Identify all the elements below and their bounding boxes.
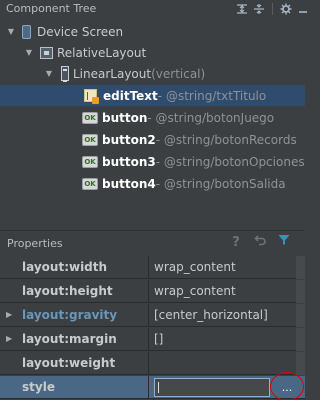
- scrollbar-track[interactable]: [296, 280, 305, 303]
- style-value-input[interactable]: [154, 378, 270, 397]
- properties-toolbar: ?: [228, 234, 292, 250]
- tree-node-suffix: (vertical): [151, 66, 206, 81]
- linear-layout-icon: [61, 66, 69, 82]
- toolbar-divider: [272, 3, 273, 15]
- property-name-cell: layout:width: [0, 256, 149, 279]
- property-name: layout:gravity: [22, 308, 118, 322]
- filter-icon[interactable]: [276, 234, 292, 250]
- button-ok-icon: OK: [82, 177, 98, 190]
- property-name-cell: style: [0, 376, 149, 399]
- property-value[interactable]: wrap_content: [154, 284, 236, 298]
- component-tree-header: Component Tree: [0, 0, 307, 18]
- property-name: layout:weight: [22, 356, 116, 370]
- property-row-layout-weight[interactable]: layout:weight: [0, 352, 305, 375]
- property-name: layout:width: [22, 260, 108, 274]
- property-row-layout-margin[interactable]: ▶ layout:margin []: [0, 328, 305, 351]
- tree-node-linearlayout[interactable]: ▼ LinearLayout (vertical): [0, 63, 305, 84]
- edit-text-icon: [84, 89, 99, 104]
- property-name: layout:margin: [22, 332, 117, 346]
- expand-all-icon[interactable]: [235, 2, 249, 16]
- tree-node-button[interactable]: OK button - @string/botonJuego: [0, 107, 305, 128]
- tree-node-label: editText: [103, 88, 158, 103]
- expand-toggle-icon[interactable]: ▶: [6, 334, 12, 343]
- scrollbar-track[interactable]: [296, 328, 305, 351]
- properties-table: layout:width wrap_content layout:height …: [0, 256, 305, 400]
- device-screen-icon: [22, 24, 31, 39]
- tree-node-suffix: - @string/botonOpciones: [155, 154, 305, 169]
- tree-node-label: button3: [102, 154, 156, 169]
- property-value[interactable]: []: [154, 332, 163, 346]
- expand-toggle-icon[interactable]: ▼: [44, 69, 54, 79]
- relative-layout-icon: [40, 46, 53, 59]
- tree-node-label: button: [102, 110, 148, 125]
- component-tree: ▼ Device Screen ▼ RelativeLayout ▼ Linea…: [0, 18, 305, 230]
- button-ok-icon: OK: [82, 111, 98, 124]
- expand-toggle-icon[interactable]: ▼: [24, 48, 34, 58]
- scrollbar-track[interactable]: [296, 256, 305, 279]
- collapse-all-icon[interactable]: [252, 2, 266, 16]
- property-row-layout-gravity[interactable]: ▶ layout:gravity [center_horizontal]: [0, 304, 305, 327]
- tree-node-label: button4: [102, 176, 156, 191]
- tree-node-label: LinearLayout: [73, 66, 152, 81]
- tree-node-button2[interactable]: OK button2 - @string/botonRecords: [0, 129, 305, 150]
- expand-toggle-icon[interactable]: ▶: [6, 310, 12, 319]
- property-name: layout:height: [22, 284, 113, 298]
- property-name-cell: ▶ layout:margin: [0, 328, 149, 351]
- tree-node-relativelayout[interactable]: ▼ RelativeLayout: [0, 42, 305, 63]
- tree-node-suffix: - @string/txtTitulo: [157, 88, 267, 103]
- tree-node-label: Device Screen: [37, 24, 124, 39]
- component-tree-title: Component Tree: [6, 2, 97, 15]
- help-icon[interactable]: ?: [228, 235, 244, 250]
- property-row-style[interactable]: style ...: [0, 372, 305, 400]
- tree-node-edittext[interactable]: editText - @string/txtTitulo: [0, 85, 305, 106]
- tree-node-button3[interactable]: OK button3 - @string/botonOpciones: [0, 151, 305, 172]
- button-ok-icon: OK: [82, 155, 98, 168]
- property-name: style: [22, 380, 55, 394]
- property-name-cell: layout:weight: [0, 352, 149, 375]
- property-row-layout-height[interactable]: layout:height wrap_content: [0, 280, 305, 303]
- button-ok-icon: OK: [82, 133, 98, 146]
- scrollbar-track[interactable]: [296, 352, 305, 375]
- property-value[interactable]: wrap_content: [154, 260, 236, 274]
- expand-toggle-icon[interactable]: ▼: [6, 27, 16, 37]
- property-name-cell: layout:height: [0, 280, 149, 303]
- tree-node-suffix: - @string/botonRecords: [155, 132, 297, 147]
- property-row-layout-width[interactable]: layout:width wrap_content: [0, 256, 305, 279]
- property-value[interactable]: [center_horizontal]: [154, 308, 268, 322]
- tree-node-label: RelativeLayout: [57, 45, 147, 60]
- browse-resource-button[interactable]: ...: [276, 379, 298, 396]
- hide-panel-icon[interactable]: [296, 2, 310, 16]
- tree-node-label: button2: [102, 132, 156, 147]
- scrollbar-track[interactable]: [296, 304, 305, 327]
- restore-icon[interactable]: [252, 234, 268, 250]
- text-caret: [158, 382, 159, 393]
- property-name-cell: ▶ layout:gravity: [0, 304, 149, 327]
- tree-node-suffix: - @string/botonSalida: [155, 176, 286, 191]
- tree-node-device-screen[interactable]: ▼ Device Screen: [0, 21, 305, 42]
- gear-icon[interactable]: [279, 2, 293, 16]
- properties-title: Properties: [7, 237, 63, 250]
- properties-header: Properties ?: [0, 230, 305, 254]
- component-tree-toolbar: [235, 0, 310, 18]
- tree-node-button4[interactable]: OK button4 - @string/botonSalida: [0, 173, 305, 194]
- tree-node-suffix: - @string/botonJuego: [147, 110, 275, 125]
